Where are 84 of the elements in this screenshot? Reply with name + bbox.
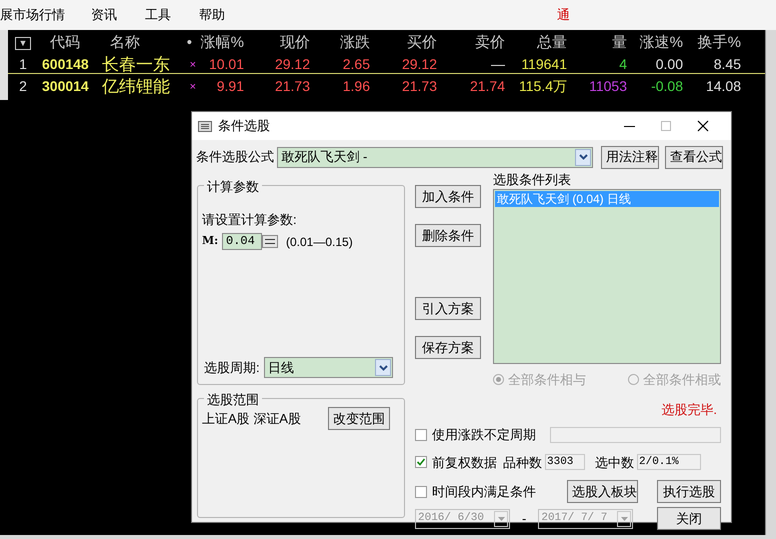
table-cell-text: 300014 [41, 77, 90, 96]
table-cell-text: 11053 [588, 77, 628, 96]
table-cell-text: 115.4万 [518, 77, 568, 96]
menu-item[interactable]: 帮助 [185, 5, 239, 25]
button[interactable]: 用法注释 [601, 146, 659, 168]
table-cell-text: 8.45 [712, 55, 742, 74]
table-cell-text: 14.08 [704, 77, 742, 96]
checkbox[interactable] [415, 456, 427, 468]
button[interactable]: 关闭 [657, 507, 721, 530]
table-cell-text: — [490, 55, 506, 74]
column-header[interactable]: 涨速% [631, 32, 687, 54]
option-label: 前复权数据 [432, 454, 497, 472]
window-icon [198, 120, 212, 132]
sort-toggle[interactable]: ▼ [15, 36, 31, 50]
column-header[interactable]: 涨跌 [314, 32, 374, 54]
column-header[interactable]: 换手% [687, 32, 745, 54]
button[interactable]: 改变范围 [328, 407, 390, 430]
count-field: 3303 [545, 454, 585, 470]
button[interactable]: 加入条件 [415, 185, 481, 208]
button[interactable]: 引入方案 [415, 297, 481, 320]
column-header[interactable]: 总量 [509, 32, 571, 54]
formula-label: 条件选股公式 [196, 148, 275, 166]
count-label: 选中数 [595, 454, 634, 472]
column-header[interactable]: 现价 [248, 32, 314, 54]
quote-row[interactable]: 2 300014 亿纬锂能 × 9.91 21.73 1.96 21.73 21.74 115.4万 11053 -0.08 14.08 [8, 74, 765, 96]
table-cell-text: 29.12 [400, 55, 438, 74]
column-header[interactable]: 卖价 [441, 32, 509, 54]
date-separator: - [522, 510, 526, 528]
button[interactable]: 保存方案 [415, 336, 481, 359]
table-cell-text: -0.08 [650, 77, 684, 96]
table-cell-text: 119641 [520, 55, 568, 74]
period-field[interactable] [550, 426, 721, 443]
table-cell-text: 长春一东 [101, 54, 171, 76]
option-label: 时间段内满足条件 [432, 482, 536, 501]
button[interactable]: 选股入板块 [567, 480, 638, 503]
button[interactable]: 删除条件 [415, 224, 481, 247]
table-cell-text: × [188, 58, 197, 72]
count-label: 品种数 [503, 454, 542, 472]
button[interactable]: 查看公式 [665, 146, 723, 168]
period-dropdown[interactable]: 日线 [264, 357, 393, 378]
table-cell-text: 600148 [41, 55, 90, 74]
table-cell-text: 0.00 [654, 55, 684, 74]
close-icon[interactable] [697, 120, 709, 132]
column-header[interactable]: 量 [571, 32, 631, 54]
button[interactable]: 执行选股 [657, 480, 721, 503]
window-title: 条件选股 [218, 117, 270, 136]
list-label: 选股条件列表 [493, 173, 572, 187]
scrollbar[interactable] [0, 30, 8, 100]
table-cell-text: 1 [18, 55, 28, 74]
option-label: 使用涨跌不定周期 [432, 426, 536, 444]
status-text: 选股完毕. [661, 400, 717, 418]
table-cell-text: 21.74 [468, 77, 506, 96]
spinner-icon[interactable] [262, 235, 278, 248]
table-cell-text: 2 [18, 77, 28, 96]
formula-dropdown[interactable]: 敢死队飞天剑 - [277, 146, 593, 168]
table-cell-text: 21.73 [274, 77, 311, 96]
table-cell-text: 亿纬锂能 [101, 76, 171, 98]
table-cell-text: 2.65 [342, 55, 371, 74]
table-cell-text: 29.12 [274, 55, 311, 74]
table-cell-text: 21.73 [400, 77, 438, 96]
column-header[interactable]: 涨幅% [198, 32, 248, 54]
menu-item[interactable]: 资讯 [77, 5, 131, 25]
quote-row[interactable]: 1 600148 长春一东 × 10.01 29.12 2.65 29.12 — 119641 4 0.00 8.45 [8, 52, 765, 74]
menu-item[interactable]: 工具 [131, 5, 185, 25]
scope-text: 上证A股 深证A股 [202, 410, 301, 428]
column-header[interactable]: 名称 [98, 32, 173, 54]
parameter-label: M: [202, 233, 220, 250]
prompt-text: 请设置计算参数: [202, 211, 298, 229]
column-header[interactable]: • [173, 32, 198, 54]
table-cell-text: × [188, 80, 197, 94]
checkbox[interactable] [415, 486, 427, 498]
parameter-field[interactable]: 0.04 [222, 233, 262, 250]
period-label: 选股周期: [204, 358, 261, 377]
notice-text: 通 [557, 6, 570, 24]
table-cell-text: 1.96 [342, 77, 371, 96]
column-header[interactable]: 买价 [374, 32, 441, 54]
column-header[interactable]: 代码 [38, 32, 98, 54]
menu-item[interactable]: 展市场行情 [0, 5, 77, 25]
range-text: (0.01—0.15) [286, 234, 353, 250]
table-cell-text: 10.01 [208, 55, 245, 74]
count-field: 2/0.1% [637, 454, 701, 470]
table-cell-text: 4 [618, 55, 628, 74]
table-cell-text: 9.91 [216, 77, 245, 96]
checkbox[interactable] [415, 428, 427, 441]
